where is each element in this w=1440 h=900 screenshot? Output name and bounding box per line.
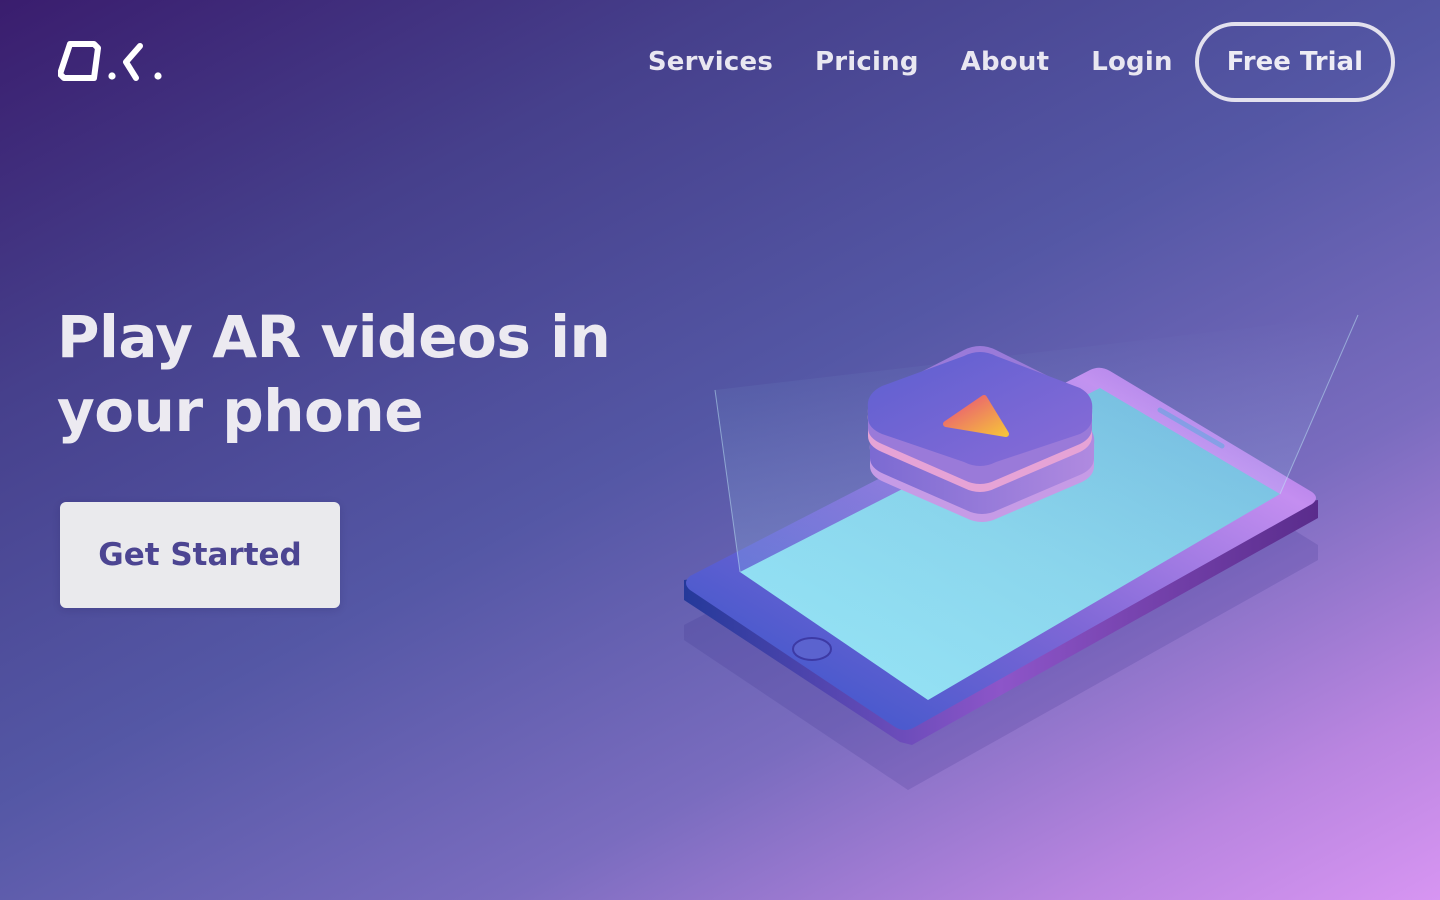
get-started-button[interactable]: Get Started [60, 502, 340, 608]
main-nav: Services Pricing About Login Free Trial [648, 22, 1395, 102]
phone-ar-hologram-icon [684, 314, 1359, 790]
nav-login-link[interactable]: Login [1091, 47, 1172, 77]
hero-title: Play AR videos in your phone [57, 303, 611, 445]
nav-pricing-link[interactable]: Pricing [815, 47, 919, 77]
nav-about-link[interactable]: About [961, 47, 1050, 77]
nav-services-link[interactable]: Services [648, 47, 773, 77]
ok-logo-icon [58, 41, 162, 81]
brand-logo[interactable] [58, 38, 164, 86]
free-trial-button[interactable]: Free Trial [1194, 22, 1395, 102]
phone-ar-illustration [660, 300, 1400, 820]
